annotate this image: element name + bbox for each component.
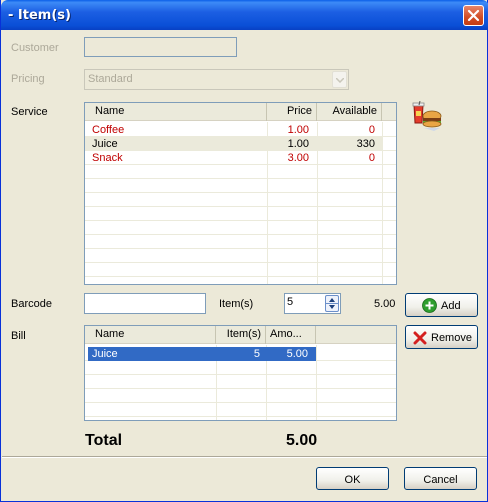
service-grid[interactable]: Name Price Available Coffee 1.00 0 Juice… bbox=[84, 102, 397, 285]
add-button[interactable]: Add bbox=[405, 293, 478, 317]
barcode-field[interactable] bbox=[84, 293, 206, 314]
customer-label: Customer bbox=[11, 42, 59, 54]
service-row[interactable]: Coffee 1.00 0 bbox=[85, 123, 396, 137]
bill-row[interactable]: Juice 5 5.00 bbox=[88, 347, 316, 361]
customer-input[interactable] bbox=[85, 38, 236, 56]
service-row-price: 1.00 bbox=[287, 124, 309, 136]
bill-grid[interactable]: Name Item(s) Amo... Juice 5 5.00 bbox=[84, 325, 397, 421]
service-row-name: Juice bbox=[92, 138, 118, 150]
service-col-price[interactable]: Price bbox=[267, 103, 317, 121]
service-row-price: 1.00 bbox=[287, 138, 309, 150]
plus-circle-icon bbox=[422, 298, 437, 313]
bill-col-amount[interactable]: Amo... bbox=[266, 326, 316, 344]
bill-row-name: Juice bbox=[92, 348, 118, 360]
customer-field[interactable] bbox=[84, 37, 237, 57]
ok-button[interactable]: OK bbox=[316, 467, 389, 490]
service-row[interactable]: Juice 1.00 330 bbox=[85, 137, 382, 151]
service-col-available[interactable]: Available bbox=[317, 103, 382, 121]
total-value: 5.00 bbox=[286, 432, 318, 449]
service-row-available: 0 bbox=[368, 152, 375, 164]
items-value: 5 bbox=[287, 296, 294, 308]
bill-col-name[interactable]: Name bbox=[85, 326, 216, 344]
service-row-available: 0 bbox=[368, 124, 375, 136]
window-title: - Item(s) bbox=[8, 8, 71, 23]
chevron-down-icon bbox=[336, 78, 344, 83]
pricing-select[interactable]: Standard bbox=[84, 69, 349, 90]
title-bar[interactable]: - Item(s) bbox=[1, 0, 488, 30]
items-dialog: - Item(s) Customer Pricing Standard Serv… bbox=[0, 0, 488, 502]
cancel-button-label: Cancel bbox=[423, 474, 458, 486]
service-col-name[interactable]: Name bbox=[85, 103, 267, 121]
red-x-icon bbox=[413, 331, 427, 345]
items-label: Item(s) bbox=[219, 298, 254, 310]
items-spinner[interactable]: 5 bbox=[284, 293, 341, 314]
bill-row-amount: 5.00 bbox=[286, 348, 308, 360]
service-row[interactable]: Snack 3.00 0 bbox=[85, 151, 396, 165]
pricing-dropdown-button[interactable] bbox=[332, 71, 347, 88]
service-row-price: 3.00 bbox=[287, 152, 309, 164]
food-drink-icon bbox=[412, 101, 442, 131]
barcode-label: Barcode bbox=[11, 298, 52, 310]
items-spinner-buttons[interactable] bbox=[325, 295, 339, 312]
bill-col-items[interactable]: Item(s) bbox=[216, 326, 266, 344]
pricing-label: Pricing bbox=[11, 73, 45, 85]
remove-button[interactable]: Remove bbox=[405, 325, 478, 349]
ok-button-label: OK bbox=[344, 474, 361, 486]
pricing-value: Standard bbox=[88, 73, 133, 85]
total-label: Total bbox=[85, 432, 123, 449]
service-row-available: 330 bbox=[356, 138, 375, 150]
close-button[interactable] bbox=[463, 5, 484, 26]
add-button-label: Add bbox=[441, 300, 461, 312]
service-row-name: Coffee bbox=[92, 124, 125, 136]
bill-grid-header: Name Item(s) Amo... bbox=[85, 326, 396, 344]
close-icon bbox=[467, 9, 480, 22]
cancel-button[interactable]: Cancel bbox=[404, 467, 477, 490]
barcode-input[interactable] bbox=[85, 294, 205, 313]
bill-row-items: 5 bbox=[253, 348, 260, 360]
service-label: Service bbox=[11, 106, 48, 118]
remove-button-label: Remove bbox=[431, 332, 472, 344]
line-amount: 5.00 bbox=[374, 298, 396, 310]
service-row-name: Snack bbox=[92, 152, 123, 164]
service-grid-header: Name Price Available bbox=[85, 103, 396, 121]
bill-label: Bill bbox=[11, 330, 26, 342]
spin-arrows-icon bbox=[326, 298, 338, 309]
